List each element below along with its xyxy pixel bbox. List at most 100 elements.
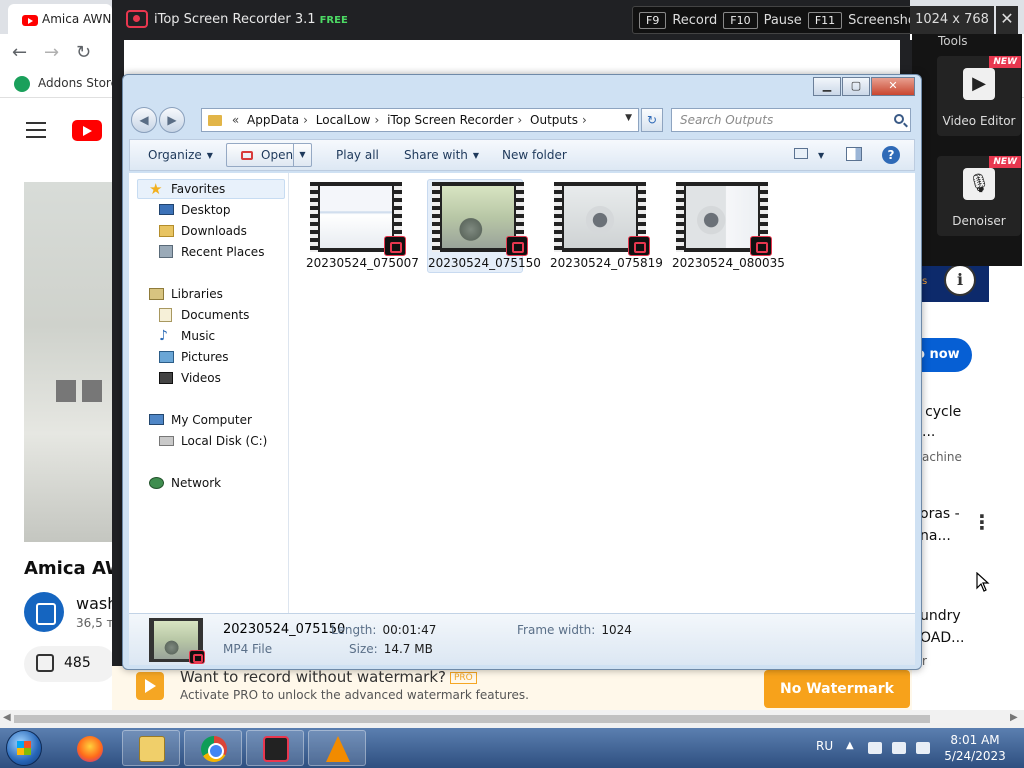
hotkey-pause-key[interactable]: F10 <box>723 11 758 29</box>
scrollbar-thumb[interactable] <box>14 715 930 723</box>
video-editor-button[interactable]: ▶ NEW Video Editor <box>937 56 1021 136</box>
like-count: 485 <box>64 655 91 671</box>
search-input[interactable]: Search Outputs <box>671 108 911 132</box>
breadcrumb-itop[interactable]: iTop Screen Recorder <box>387 113 513 127</box>
recommendation-title-cont[interactable]: na... <box>920 528 951 544</box>
file-name: 20230524_075819 <box>550 256 663 270</box>
like-button[interactable]: 485 <box>24 646 116 682</box>
reload-icon[interactable]: ↻ <box>76 42 91 63</box>
address-dropdown-icon[interactable]: ▼ <box>625 113 632 123</box>
taskbar-firefox[interactable] <box>60 730 118 766</box>
itop-recorder-bar[interactable]: iTop Screen Recorder 3.1 FREE F9 Record F… <box>112 0 934 40</box>
taskbar-browser[interactable] <box>184 730 242 766</box>
file-item[interactable]: 20230524_075819 <box>549 179 663 273</box>
nav-label: Pictures <box>181 350 229 364</box>
refresh-icon[interactable]: ↻ <box>641 108 663 132</box>
breadcrumb-chevron-icon[interactable]: › <box>303 113 308 127</box>
watermark-title: Want to record without watermark? PRO <box>180 668 477 686</box>
share-with-button[interactable]: Share with ▼ <box>404 148 479 162</box>
breadcrumb-appdata[interactable]: AppData <box>247 113 299 127</box>
back-icon[interactable]: ◀ <box>131 107 157 133</box>
file-item[interactable]: 20230524_075007 <box>305 179 419 273</box>
nav-label: Favorites <box>171 182 226 196</box>
address-overflow-icon[interactable]: « <box>232 113 239 127</box>
breadcrumb-outputs[interactable]: Outputs <box>530 113 578 127</box>
video-thumbnail <box>554 182 650 256</box>
file-list: 20230524_075007 20230524_075150 20230524… <box>289 173 915 613</box>
language-indicator[interactable]: RU <box>816 739 833 753</box>
new-badge: NEW <box>989 156 1021 168</box>
breadcrumb-locallow[interactable]: LocalLow <box>316 113 371 127</box>
tools-label: Tools <box>938 34 968 48</box>
start-button-icon[interactable] <box>6 730 42 766</box>
bookmark-addons-store[interactable]: Addons Store <box>14 76 118 92</box>
help-icon[interactable]: ? <box>882 146 900 164</box>
details-file-type: MP4 File <box>223 642 273 656</box>
window-close-icon[interactable]: ✕ <box>871 77 915 96</box>
no-watermark-button[interactable]: No Watermark <box>764 670 910 708</box>
hotkeys-panel: F9 Record F10 Pause F11 Screenshot <box>632 6 934 34</box>
denoiser-button[interactable]: 🎙 NEW Denoiser <box>937 156 1021 236</box>
hotkey-record-key[interactable]: F9 <box>639 11 667 29</box>
organize-button[interactable]: Organize ▼ <box>148 148 213 162</box>
disk-drive-icon <box>159 436 174 446</box>
recommendation-title-cont[interactable]: ... <box>922 424 935 440</box>
forward-icon[interactable]: ▶ <box>159 107 185 133</box>
open-dropdown-icon[interactable]: ▼ <box>293 144 311 166</box>
info-icon[interactable]: i <box>944 264 976 296</box>
recommendation-title[interactable]: oras - <box>920 506 960 522</box>
file-explorer-icon <box>139 736 165 762</box>
network-tray-icon[interactable] <box>892 742 906 754</box>
video-frame-detail <box>56 380 76 402</box>
close-icon[interactable]: ✕ <box>996 6 1018 34</box>
hotkey-screenshot-key[interactable]: F11 <box>807 11 843 29</box>
hamburger-menu-icon[interactable] <box>26 122 46 138</box>
hotkey-record-label[interactable]: Record <box>672 13 717 28</box>
breadcrumb-chevron-icon[interactable]: › <box>374 113 379 127</box>
details-thumbnail <box>149 618 205 664</box>
volume-muted-icon[interactable] <box>916 742 930 754</box>
change-view-icon[interactable] <box>794 148 808 159</box>
pictures-icon <box>159 351 174 363</box>
back-arrow-icon[interactable]: ← <box>12 42 27 63</box>
forward-arrow-icon[interactable]: → <box>44 42 59 63</box>
nav-label: Music <box>181 329 216 343</box>
file-item[interactable]: 20230524_080035 <box>671 179 785 273</box>
recommendation-title-cont[interactable]: OAD... <box>920 630 964 646</box>
play-all-button[interactable]: Play all <box>336 148 379 162</box>
pro-badge: PRO <box>449 671 477 684</box>
hotkey-pause-label[interactable]: Pause <box>764 13 802 28</box>
recommendation-title[interactable]: undry <box>920 608 961 624</box>
recommendations-column: s i o now e cycle ... achine oras - na..… <box>912 264 1024 706</box>
minimize-icon[interactable]: ▁ <box>813 77 841 96</box>
new-folder-button[interactable]: New folder <box>502 148 567 162</box>
browser-tab[interactable]: Amica AWN5 <box>8 4 112 34</box>
action-center-flag-icon[interactable] <box>868 742 882 754</box>
address-bar[interactable]: « AppData › LocalLow › iTop Screen Recorde… <box>201 108 639 132</box>
scroll-left-arrow-icon[interactable]: ◀ <box>3 712 11 723</box>
clock-time: 8:01 AM <box>950 733 1000 747</box>
nav-label: Downloads <box>181 224 247 238</box>
view-dropdown-icon[interactable]: ▼ <box>818 151 824 160</box>
breadcrumb-chevron-icon[interactable]: › <box>582 113 587 127</box>
system-clock[interactable]: 8:01 AM 5/24/2023 <box>944 732 1006 764</box>
details-length-key: Length: <box>331 623 377 637</box>
show-hidden-icons-icon[interactable]: ▲ <box>846 740 854 751</box>
maximize-icon[interactable]: ▢ <box>842 77 870 96</box>
taskbar-vlc[interactable] <box>308 730 366 766</box>
horizontal-scrollbar[interactable]: ◀ ▶ <box>0 710 1024 728</box>
file-item-selected[interactable]: 20230524_075150 <box>427 179 541 273</box>
channel-name[interactable]: wash <box>76 594 114 613</box>
taskbar-itop[interactable] <box>246 730 304 766</box>
scroll-right-arrow-icon[interactable]: ▶ <box>1010 712 1018 723</box>
breadcrumb-chevron-icon[interactable]: › <box>517 113 522 127</box>
video-player[interactable] <box>24 182 114 542</box>
more-options-icon[interactable]: ⋮ <box>972 510 992 534</box>
search-icon[interactable] <box>894 114 904 124</box>
resolution-display[interactable]: 1024 x 768 <box>910 6 994 34</box>
preview-pane-icon[interactable] <box>846 147 862 161</box>
channel-avatar[interactable] <box>24 592 64 632</box>
youtube-logo-icon[interactable] <box>72 120 102 141</box>
open-button[interactable]: Open ▼ <box>226 143 312 167</box>
taskbar-explorer[interactable] <box>122 730 180 766</box>
